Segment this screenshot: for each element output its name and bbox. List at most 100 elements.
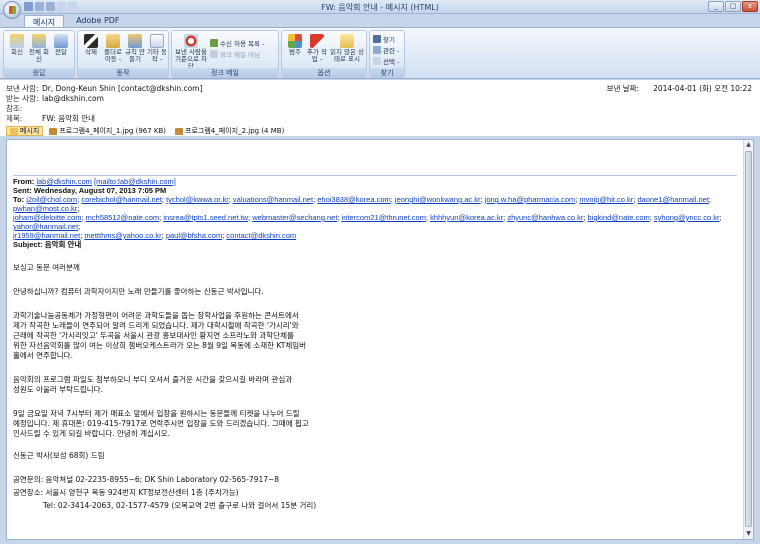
recipient-email[interactable]: paul@bfsha.com xyxy=(166,231,222,240)
related-icon xyxy=(373,46,381,54)
group-label-junk: 정크 메일 xyxy=(172,68,278,77)
recipient-email[interactable]: jeonghi@wonkwang.ac.kr xyxy=(395,195,481,204)
from-value[interactable]: Dr, Dong-Keun Shin [contact@dkshin.com] xyxy=(42,84,202,93)
categorize-icon xyxy=(288,34,302,48)
window-title: FW: 음악회 안내 - 메시지 (HTML) xyxy=(321,3,439,12)
vertical-scrollbar[interactable]: ▲ ▼ xyxy=(743,140,753,539)
signature: 신동근 박사(보성 68회) 드림 xyxy=(13,451,105,460)
fwd-to-line2: joham@deloitte.com; mch58512@nate.com; i… xyxy=(13,213,722,231)
fwd-from-email[interactable]: lab@dkshin.com xyxy=(36,177,92,186)
paragraph-2: 음악회의 프로그램 파일도 첨부하오니 부디 오셔서 즐거운 시간을 갖으시길 … xyxy=(13,375,293,394)
attachment-message[interactable]: 메시지 xyxy=(6,126,44,136)
attachment-page2[interactable]: 프로그램4_페이지_2.jpg (4 MB) xyxy=(172,126,287,136)
scroll-down-icon[interactable]: ▼ xyxy=(744,529,753,539)
office-button[interactable] xyxy=(3,1,21,19)
title-bar: FW: 음악회 안내 - 메시지 (HTML) _ □ x xyxy=(0,0,760,14)
fwd-to-label: To: xyxy=(13,195,25,204)
other-actions-icon xyxy=(150,34,164,48)
fwd-from-mailto[interactable]: [mailto:lab@dkshin.com] xyxy=(94,177,176,186)
date-value: 2014-04-01 (화) 오전 10:22 xyxy=(653,84,752,93)
contact-line-1: 공연문의: 음악쳐널 02-2235-8955~6; DK Shin Labor… xyxy=(13,475,280,484)
attachment-page1[interactable]: 프로그램4_페이지_1.jpg (967 KB) xyxy=(46,126,169,136)
close-button[interactable]: x xyxy=(742,1,758,12)
related-menu[interactable]: 관련 - xyxy=(373,45,399,55)
recipient-email[interactable]: mvoip@hit.co.kr xyxy=(579,195,633,204)
fwd-to-line1: To: j2oil@chol.com; corebichol@hanmail.n… xyxy=(13,195,711,213)
other-actions-button[interactable]: 기타 동작 - xyxy=(146,34,168,63)
tab-message[interactable]: 메시지 xyxy=(24,15,65,27)
scroll-thumb[interactable] xyxy=(745,151,752,527)
minimize-button[interactable]: _ xyxy=(708,1,724,12)
message-content: From: lab@dkshin.com [mailto:lab@dkshin.… xyxy=(13,175,737,511)
forward-button[interactable]: 전달 xyxy=(50,34,72,56)
recipient-email[interactable]: tychol@kwwa.or.kr xyxy=(166,195,229,204)
recipient-email[interactable]: webmaster@sechang.net xyxy=(252,213,337,222)
paragraph-1: 과학기술나눔공동체가 가정형편이 어려운 과학도들을 돕는 장학사업을 후원하는… xyxy=(13,311,307,360)
block-sender-icon xyxy=(184,34,198,48)
recipient-email[interactable]: insrea@tpts1.seed.net.tw xyxy=(163,213,248,222)
recipient-email[interactable]: yahor@hanmail.net xyxy=(13,222,78,231)
recipient-email[interactable]: zhyunc@hanhwa.co.kr xyxy=(507,213,583,222)
recipient-email[interactable]: valuations@hanmail.net xyxy=(233,195,313,204)
binoculars-icon xyxy=(373,35,381,43)
folder-icon xyxy=(106,34,120,48)
delete-button[interactable]: 삭제 xyxy=(80,34,102,56)
recipient-email[interactable]: joham@deloitte.com xyxy=(13,213,81,222)
recipient-email[interactable]: ehoi3838@korea.com xyxy=(317,195,391,204)
group-label-find: 찾기 xyxy=(370,68,404,77)
maximize-button[interactable]: □ xyxy=(725,1,741,12)
safe-list-icon xyxy=(210,39,218,47)
recipient-email[interactable]: bigkind@nate.com xyxy=(588,213,650,222)
mark-unread-button[interactable]: 읽지 않은 상태로 표시 xyxy=(328,34,366,63)
ribbon-tabs: 메시지 Adobe PDF xyxy=(24,15,128,27)
recipient-email[interactable]: syhong@yncc.co.kr xyxy=(654,213,720,222)
group-respond: 회신 전체 회신 전달 응답 xyxy=(3,30,75,78)
group-find: 찾기 관련 - 선택 - 찾기 xyxy=(369,30,405,78)
reply-all-button[interactable]: 전체 회신 xyxy=(28,34,50,63)
recipient-email[interactable]: mettthms@yahoo.co.kr xyxy=(84,231,161,240)
recipient-email[interactable]: khhhyun@korea.ac.kr xyxy=(430,213,503,222)
follow-up-button[interactable]: 추가 작업 - xyxy=(306,34,328,63)
scroll-up-icon[interactable]: ▲ xyxy=(744,140,753,150)
subject-label: 제목: xyxy=(6,114,23,123)
block-sender-button[interactable]: 보낸 사람을 기준으로 차단 xyxy=(174,34,208,70)
intro-paragraph: 안녕하십니까? 컴퓨터 과학자이지만 노래 만들기를 좋아하는 신동근 박사입니… xyxy=(13,287,264,296)
recipient-email[interactable]: pwhan@most.co.kr xyxy=(13,204,77,213)
sent-date: 보낸 날짜: 2014-04-01 (화) 오전 10:22 xyxy=(607,83,752,94)
recipient-email[interactable]: j2oil@chol.com xyxy=(26,195,77,204)
group-label-actions: 동작 xyxy=(78,68,168,77)
greeting: 보싱고 동문 여러분께 xyxy=(13,263,80,272)
fwd-to-line3: jr1959@hanmail.net; mettthms@yahoo.co.kr… xyxy=(13,231,297,240)
recipient-email[interactable]: jr1959@hanmail.net xyxy=(13,231,80,240)
envelope-icon xyxy=(340,34,354,48)
rule-icon xyxy=(128,34,142,48)
fwd-subject-value: 음악회 안내 xyxy=(44,240,82,249)
reply-button[interactable]: 회신 xyxy=(6,34,28,56)
delete-icon xyxy=(84,34,98,48)
group-junk: 보낸 사람을 기준으로 차단 수신 허용 목록 - 정크 메일 아님 정크 메일 xyxy=(171,30,279,78)
to-value[interactable]: lab@dkshin.com xyxy=(42,94,104,103)
subject-value: FW: 음악회 안내 xyxy=(42,114,96,123)
recipient-email[interactable]: intercom21@thrunet.com xyxy=(342,213,426,222)
recipient-email[interactable]: contact@dkshin.com xyxy=(226,231,296,240)
attachment-bar: 메시지 프로그램4_페이지_1.jpg (967 KB) 프로그램4_페이지_2… xyxy=(6,126,754,136)
create-rule-button[interactable]: 규칙 만들기 xyxy=(124,34,146,63)
message-body: From: lab@dkshin.com [mailto:lab@dkshin.… xyxy=(6,139,754,540)
fwd-subject-label: Subject: xyxy=(13,240,43,249)
ribbon: 회신 전체 회신 전달 응답 삭제 폴더로 이동 - 규칙 만들기 기타 동작 … xyxy=(0,27,760,79)
office-logo-icon xyxy=(9,6,16,14)
tab-adobe-pdf[interactable]: Adobe PDF xyxy=(68,15,127,27)
forward-icon xyxy=(54,34,68,48)
categorize-button[interactable]: 범주 xyxy=(284,34,306,56)
group-label-options: 옵션 xyxy=(282,68,366,77)
find-button[interactable]: 찾기 xyxy=(373,34,395,44)
recipient-email[interactable]: daone1@hanmail.net xyxy=(637,195,708,204)
fwd-sent-value: Wednesday, August 07, 2013 7:05 PM xyxy=(33,186,167,195)
recipient-email[interactable]: jong.w.ha@pharmacia.com xyxy=(485,195,576,204)
safe-list-menu[interactable]: 수신 허용 목록 - xyxy=(210,38,264,48)
not-junk-button[interactable]: 정크 메일 아님 xyxy=(210,49,260,59)
recipient-email[interactable]: corebichol@hanmail.net xyxy=(81,195,162,204)
move-to-folder-button[interactable]: 폴더로 이동 - xyxy=(102,34,124,63)
select-menu[interactable]: 선택 - xyxy=(373,56,399,66)
recipient-email[interactable]: mch58512@nate.com xyxy=(86,213,160,222)
